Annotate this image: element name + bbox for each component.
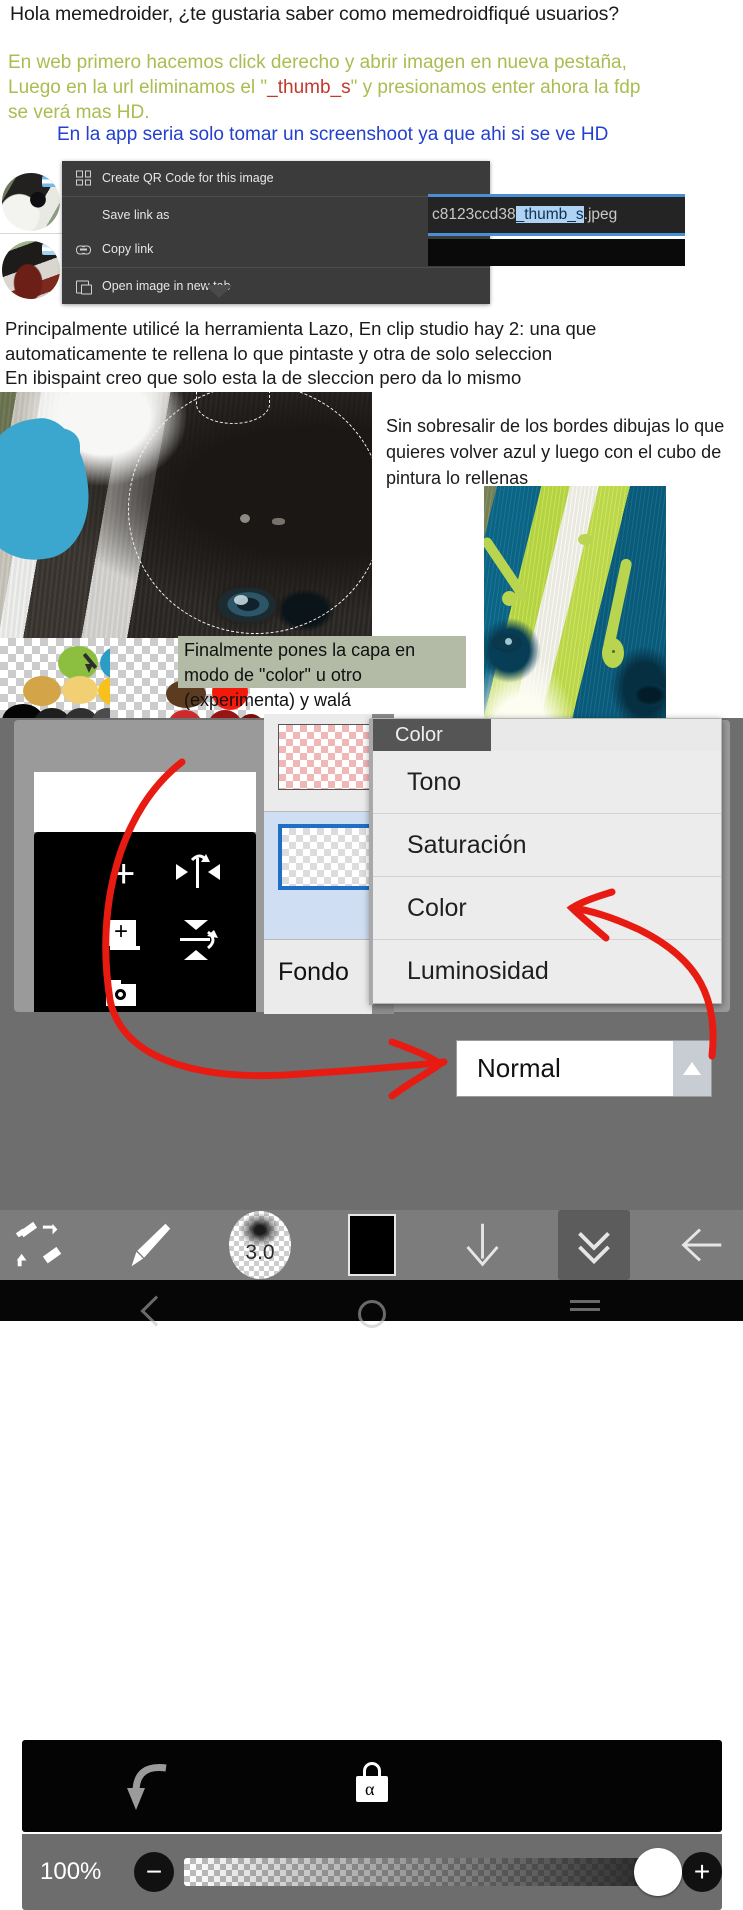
dog-eye-left: [492, 634, 522, 652]
green-line-1: En web primero hacemos click derecho y a…: [8, 52, 627, 73]
collapse-chevrons-icon[interactable]: [558, 1210, 630, 1280]
context-menu-item-label: Create QR Code for this image: [102, 171, 274, 185]
screenshot-root: Hola memedroider, ¿te gustaria saber com…: [0, 0, 743, 1910]
url-prefix: c8123ccd38: [432, 206, 516, 223]
green-line-2: Luego en la url eliminamos el "_thumb_s"…: [8, 75, 738, 100]
browser-context-menu[interactable]: Create QR Code for this image Save link …: [62, 161, 490, 304]
green-brush-stroke-end: [502, 591, 517, 606]
context-menu-item-create-qr[interactable]: Create QR Code for this image: [62, 161, 490, 195]
blend-mode-value: Normal: [477, 1053, 561, 1083]
layer-label-background: Fondo: [278, 958, 349, 986]
camera-icon[interactable]: [106, 980, 140, 1006]
lasso-instructions: Principalmente utilicé la herramienta La…: [5, 317, 743, 391]
dog-eye-right: [636, 684, 666, 706]
green-line-2b: " y presionamos enter ahora la fdp: [350, 77, 641, 98]
context-menu-item-save-link-as[interactable]: Save link as: [62, 198, 490, 232]
fill-instructions: Sin sobresalir de los bordes dibujas lo …: [386, 416, 725, 488]
blend-mode-select[interactable]: Normal: [456, 1040, 712, 1097]
menu-edge: [369, 719, 373, 1005]
opacity-bar: 100% − +: [22, 1834, 722, 1910]
context-menu-item-copy-link[interactable]: Copy link: [62, 232, 490, 266]
thumb-suffix-highlight: _thumb_s: [267, 77, 351, 98]
back-arrow-icon[interactable]: [662, 1210, 738, 1280]
blend-menu-item-luminosidad[interactable]: Luminosidad: [371, 940, 721, 1003]
url-selected-text: _thumb_s: [515, 206, 584, 223]
mid-line-1: Principalmente utilicé la herramienta La…: [5, 318, 597, 339]
qr-code-icon: [76, 170, 91, 186]
bottom-toolbar: 3.0: [0, 1210, 743, 1280]
context-menu-item-label: Save link as: [102, 208, 170, 222]
brush-stroke-dot: [612, 650, 615, 653]
avatar[interactable]: [2, 241, 60, 299]
final-note: Finalmente pones la capa en modo de "col…: [178, 636, 466, 710]
green-line-3: se verá mas HD.: [8, 102, 150, 123]
undo-redo-eraser-icon[interactable]: [4, 1210, 74, 1280]
url-input[interactable]: c8123ccd38_thumb_s.jpeg: [428, 194, 685, 236]
page-title: Hola memedroider, ¿te gustaria saber com…: [10, 3, 620, 25]
canvas-preview: [34, 772, 256, 832]
lasso-selection-screenshot: [0, 392, 372, 640]
context-menu-item-open-image-new-tab[interactable]: Open image in new tab: [62, 269, 490, 303]
opacity-decrease-button[interactable]: −: [134, 1852, 174, 1892]
opacity-increase-button[interactable]: +: [682, 1852, 722, 1892]
eyedropper-icon[interactable]: [82, 650, 110, 676]
triangle-up-icon[interactable]: [673, 1041, 711, 1096]
eye-glint: [505, 638, 512, 645]
add-framed-layer-icon[interactable]: +: [106, 918, 140, 954]
comment-avatars: [0, 163, 62, 305]
link-icon: [76, 242, 91, 257]
layer-thumbnail-selected[interactable]: [278, 824, 376, 890]
blend-menu-item-saturacion[interactable]: Saturación: [371, 814, 721, 877]
color-chip[interactable]: [346, 1210, 398, 1280]
mid-line-3: En ibispaint creo que solo esta la de sl…: [5, 367, 522, 388]
opacity-value: 100%: [40, 1858, 102, 1885]
layer-tools-column: + +: [34, 772, 256, 1012]
blue-instruction: En la app seria solo tomar un screenshoo…: [57, 124, 609, 145]
nav-back-icon[interactable]: [140, 1295, 172, 1327]
divider: [0, 233, 62, 234]
flip-horizontal-icon[interactable]: [174, 850, 222, 894]
color-swatch[interactable]: [23, 676, 61, 706]
green-instructions: En web primero hacemos click derecho y a…: [8, 50, 738, 125]
opacity-slider-track[interactable]: [184, 1858, 652, 1886]
context-menu-item-label: Copy link: [102, 242, 154, 256]
avatar[interactable]: [2, 173, 60, 231]
nav-home-icon[interactable]: [358, 1300, 386, 1328]
url-text: c8123ccd38_thumb_s.jpeg: [428, 206, 617, 224]
green-line-2a: Luego en la url eliminamos el ": [8, 77, 268, 98]
blend-menu-item-tono[interactable]: Tono: [371, 751, 721, 814]
blend-mode-menu[interactable]: Color Tono Saturación Color Luminosidad: [369, 718, 722, 1005]
blend-menu-header: Color: [371, 719, 491, 751]
divider: [62, 196, 490, 197]
android-nav-bar: [0, 1280, 743, 1328]
green-brush-stroke-start: [578, 534, 592, 545]
opacity-slider-knob[interactable]: [634, 1848, 682, 1896]
browser-url-bar-region: c8123ccd38_thumb_s.jpeg: [428, 194, 685, 266]
flag-badge-icon: [42, 176, 58, 187]
nav-recents-icon[interactable]: [570, 1300, 600, 1311]
download-arrow-icon[interactable]: [452, 1210, 514, 1280]
url-dropdown-shadow: [428, 239, 685, 266]
brush-size-indicator[interactable]: 3.0: [228, 1210, 292, 1280]
flag-badge-icon: [42, 244, 58, 255]
undo-arrow-icon[interactable]: [126, 1762, 176, 1814]
brush-tool-icon[interactable]: [110, 1210, 186, 1280]
plus-icon[interactable]: +: [112, 854, 135, 894]
new-tab-icon: [76, 279, 92, 295]
alpha-glyph: α: [365, 1779, 375, 1799]
menu-pointer: [205, 285, 233, 298]
lock-alpha-icon[interactable]: α: [352, 1762, 392, 1814]
url-suffix: .jpeg: [583, 206, 618, 223]
flip-vertical-icon[interactable]: [174, 918, 222, 962]
brush-size-value: 3.0: [245, 1241, 275, 1264]
blend-menu-item-color[interactable]: Color: [371, 877, 721, 940]
color-swatch[interactable]: [62, 676, 98, 704]
mid-line-2: automaticamente te rellena lo que pintas…: [5, 342, 553, 364]
green-brush-stroke-end: [602, 638, 624, 668]
blend-mode-bar: α: [22, 1740, 722, 1832]
divider: [62, 267, 490, 268]
layer-thumbnail[interactable]: [278, 724, 376, 790]
